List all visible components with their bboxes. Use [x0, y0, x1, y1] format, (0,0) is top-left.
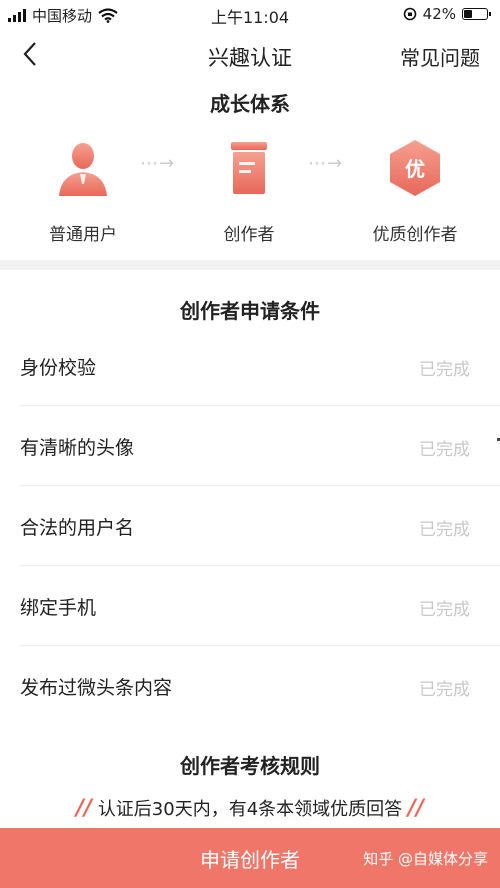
condition-status: 已完成 [419, 360, 470, 380]
condition-row-phone: 绑定手机 已完成 [20, 565, 500, 646]
condition-row-identity: 身份校验 已完成 [20, 325, 500, 406]
battery-percent: 42% [422, 5, 456, 23]
growth-step-label: 普通用户 [49, 225, 117, 245]
growth-step-label: 创作者 [223, 225, 275, 245]
condition-row-username: 合法的用户名 已完成 [20, 485, 500, 566]
status-right: 42% [403, 5, 491, 23]
growth-step-quality-creator: 优 优质创作者 [340, 138, 490, 245]
condition-status: 已完成 [419, 440, 470, 460]
watermark: 知乎 @自媒体分享 [363, 850, 488, 868]
quality-badge-text: 优 [405, 157, 425, 181]
rules-title: 创作者考核规则 [180, 754, 320, 778]
conditions-title: 创作者申请条件 [180, 299, 320, 323]
rule-text: // 认证后30天内，有4条本领域优质回答 // [0, 795, 500, 821]
condition-row-microheadline: 发布过微头条内容 已完成 [20, 645, 500, 725]
growth-title: 成长体系 [210, 92, 290, 116]
condition-label: 合法的用户名 [20, 517, 135, 539]
condition-label: 身份校验 [20, 357, 97, 379]
nav-bar: 兴趣认证 常见问题 [0, 28, 500, 80]
rotation-lock-icon [403, 7, 416, 21]
growth-step-creator: 创作者 [174, 138, 324, 245]
condition-label: 绑定手机 [20, 597, 97, 619]
status-bar: 中国移动 上午11:04 42% [0, 0, 500, 28]
quality-hexagon-icon: 优 [390, 140, 440, 196]
rule-text-content: 认证后30天内，有4条本领域优质回答 [97, 799, 403, 820]
faq-link[interactable]: 常见问题 [400, 42, 480, 71]
condition-label: 发布过微头条内容 [20, 677, 173, 699]
condition-row-avatar: 有清晰的头像 已完成 [20, 405, 500, 486]
document-icon [231, 142, 267, 194]
section-divider [0, 260, 500, 270]
condition-status: 已完成 [419, 600, 470, 620]
condition-label: 有清晰的头像 [20, 437, 135, 459]
arrow-icon: ⋯→ [140, 153, 176, 174]
battery-icon [462, 8, 491, 20]
quote-mark-icon: // [407, 796, 424, 821]
apply-bar[interactable]: 申请创作者 知乎 @自媒体分享 [0, 828, 500, 888]
quote-mark-icon: // [76, 796, 93, 821]
condition-status: 已完成 [419, 520, 470, 540]
growth-step-normal-user: 普通用户 [8, 138, 158, 245]
condition-status: 已完成 [419, 680, 470, 700]
growth-step-label: 优质创作者 [372, 225, 458, 245]
arrow-icon: ⋯→ [308, 153, 344, 174]
user-icon [59, 143, 107, 196]
